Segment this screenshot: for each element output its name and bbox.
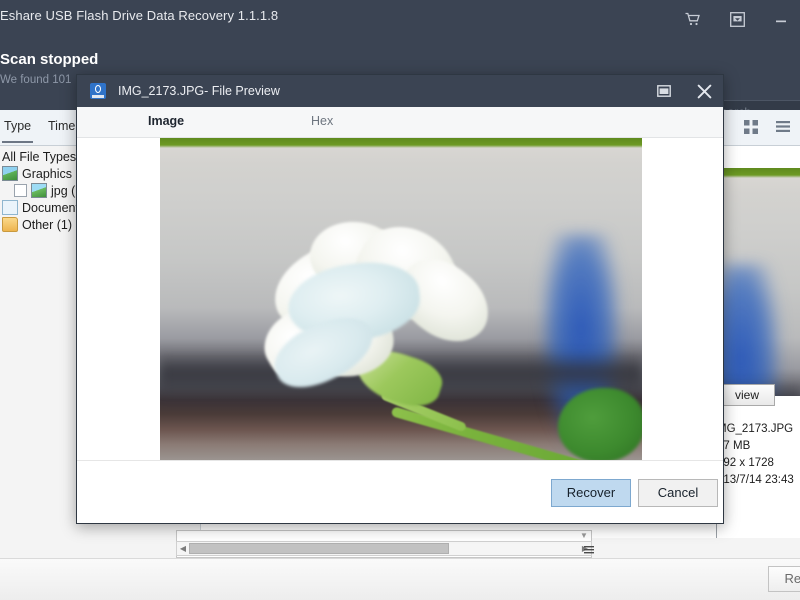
footer-recover-button[interactable]: Rec bbox=[768, 566, 800, 592]
recover-button[interactable]: Recover bbox=[551, 479, 631, 507]
file-metadata: MG_2173.JPG 17 MB 592 x 1728 013/7/14 23… bbox=[717, 421, 800, 489]
file-name: MG_2173.JPG bbox=[717, 423, 794, 435]
document-icon bbox=[2, 200, 18, 215]
tab-image[interactable]: Image bbox=[148, 114, 184, 128]
vertical-scroll-down-arrow[interactable]: ▼ bbox=[578, 531, 590, 541]
dialog-tab-bar: Image Hex bbox=[77, 107, 723, 138]
file-preview-icon bbox=[90, 83, 106, 99]
dialog-window-buttons bbox=[655, 75, 713, 107]
app-title: Eshare USB Flash Drive Data Recovery 1.1… bbox=[0, 8, 279, 23]
graphics-icon bbox=[2, 166, 18, 181]
scan-status-subtitle: We found 101 bbox=[0, 74, 72, 86]
file-dimensions: 592 x 1728 bbox=[717, 457, 774, 469]
list-options-icon[interactable] bbox=[583, 543, 595, 555]
file-size: 17 MB bbox=[717, 440, 751, 452]
view-toggle-group bbox=[742, 118, 792, 136]
tab-hex[interactable]: Hex bbox=[311, 114, 333, 128]
preview-leaf bbox=[558, 388, 642, 460]
application-window: Eshare USB Flash Drive Data Recovery 1.1… bbox=[0, 0, 800, 600]
horizontal-scroll-thumb[interactable] bbox=[189, 543, 449, 554]
close-icon[interactable] bbox=[695, 82, 713, 100]
column-header-type[interactable]: Type bbox=[1, 119, 34, 143]
file-thumbnail bbox=[718, 168, 800, 396]
minimize-icon[interactable] bbox=[770, 8, 792, 30]
scroll-left-arrow[interactable]: ◀ bbox=[177, 542, 189, 555]
maximize-icon[interactable] bbox=[655, 82, 673, 100]
thumbnail-blur-blue bbox=[718, 264, 780, 396]
cancel-button[interactable]: Cancel bbox=[638, 479, 718, 507]
tree-item-label: Other (1) bbox=[22, 217, 73, 232]
file-preview-dialog: IMG_2173.JPG- File Preview Image Hex Rec… bbox=[76, 74, 724, 524]
list-view-icon[interactable] bbox=[774, 118, 792, 136]
image-preview[interactable] bbox=[160, 138, 642, 460]
column-header-time[interactable]: Time bbox=[48, 119, 75, 133]
jpg-checkbox[interactable] bbox=[14, 184, 27, 197]
dialog-title: IMG_2173.JPG- File Preview bbox=[118, 84, 280, 98]
file-detail-panel: view MG_2173.JPG 17 MB 592 x 1728 013/7/… bbox=[716, 146, 800, 538]
app-titlebar: Eshare USB Flash Drive Data Recovery 1.1… bbox=[0, 0, 800, 38]
dialog-body bbox=[77, 138, 723, 488]
window-controls bbox=[682, 0, 792, 38]
folder-icon bbox=[2, 217, 18, 232]
horizontal-scrollbar[interactable]: ◀ ▶ bbox=[176, 541, 592, 556]
footer-bar bbox=[0, 558, 800, 600]
preview-button[interactable]: view bbox=[719, 384, 775, 406]
file-date: 013/7/14 23:43 bbox=[717, 474, 794, 486]
dialog-titlebar: IMG_2173.JPG- File Preview bbox=[77, 75, 723, 107]
save-icon[interactable] bbox=[726, 8, 748, 30]
cart-icon[interactable] bbox=[682, 8, 704, 30]
grid-view-icon[interactable] bbox=[742, 118, 760, 136]
jpg-icon bbox=[31, 183, 47, 198]
dialog-footer: Recover Cancel bbox=[77, 461, 723, 523]
scan-status-title: Scan stopped bbox=[0, 51, 99, 68]
